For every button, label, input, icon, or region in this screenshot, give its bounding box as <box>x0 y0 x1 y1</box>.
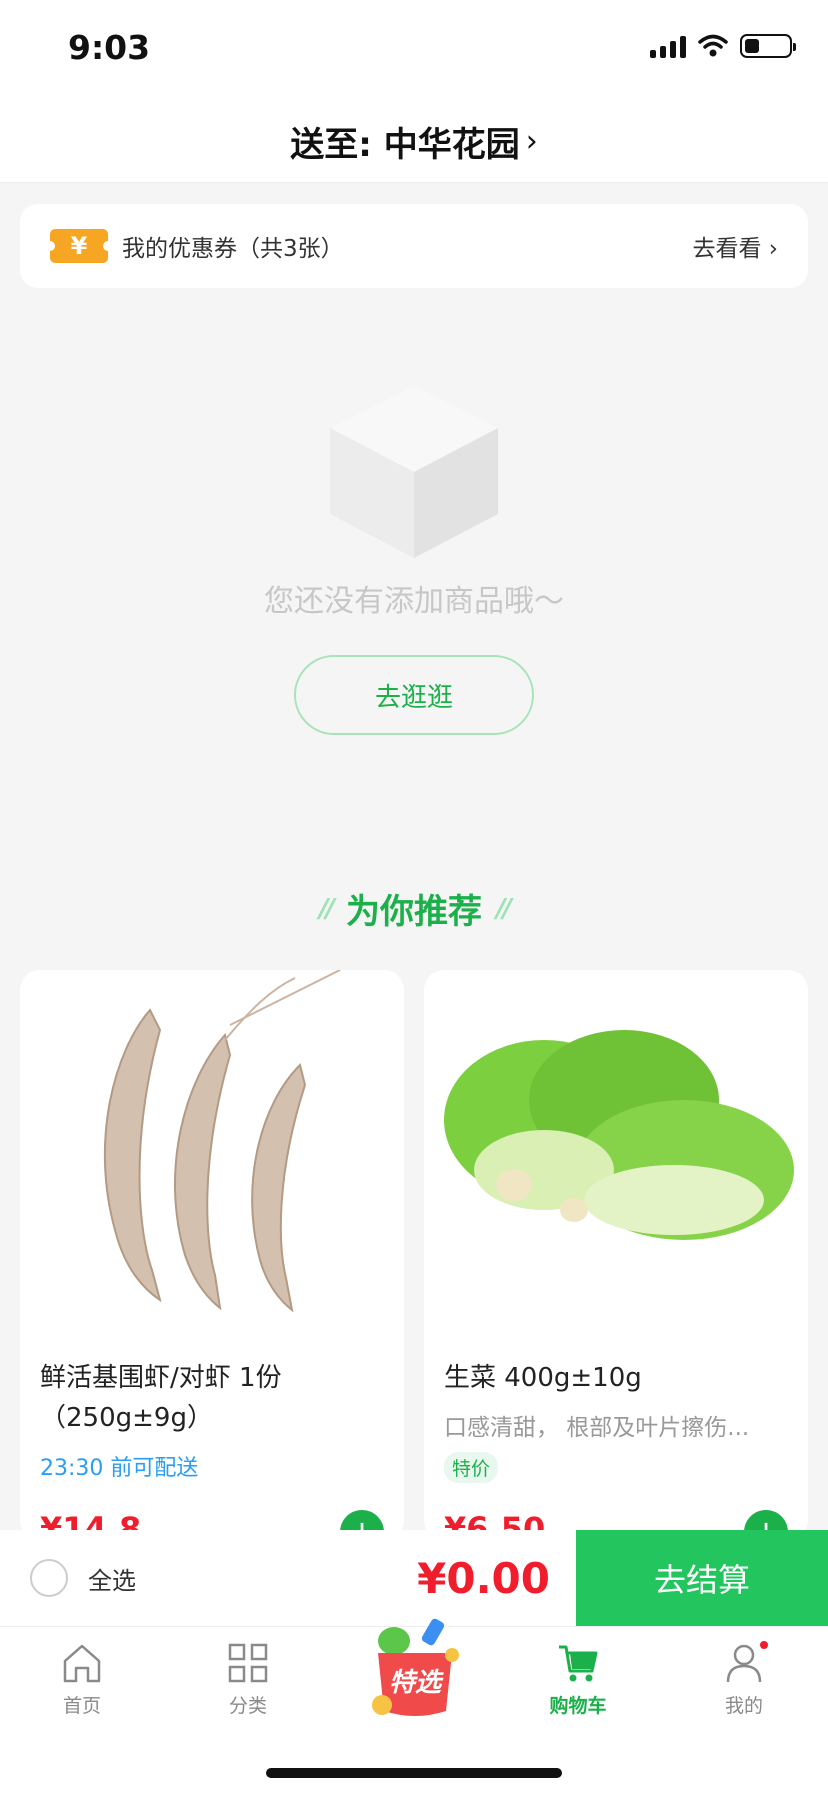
select-all-checkbox[interactable] <box>30 1559 68 1597</box>
tab-cart-label: 购物车 <box>549 1695 607 1717</box>
coupon-view-label[interactable]: 去看看 <box>692 236 761 262</box>
product-card[interactable]: 生菜 400g±10g 口感清甜， 根部及叶片擦伤... 特价 ¥6.50 + <box>424 970 808 1540</box>
signal-icon <box>650 34 686 58</box>
empty-box-icon <box>330 386 498 558</box>
select-all-label[interactable]: 全选 <box>88 1561 136 1596</box>
go-shopping-button[interactable]: 去逛逛 <box>294 655 534 735</box>
delivery-address-bar[interactable]: 送至: 中华花园 › <box>0 100 828 183</box>
tab-home-label: 首页 <box>62 1695 101 1717</box>
decor-slash-left: // <box>319 893 335 924</box>
product-description: 口感清甜， 根部及叶片擦伤... <box>444 1415 750 1441</box>
home-icon <box>63 1644 101 1683</box>
recommend-title: // 为你推荐 // <box>0 884 828 933</box>
special-price-tag: 特价 <box>444 1452 499 1483</box>
tab-special[interactable]: 特选 <box>360 1613 470 1723</box>
shrimp-image <box>20 970 404 1330</box>
special-bag-label: 特选 <box>389 1668 444 1698</box>
status-icons <box>650 34 796 58</box>
grid-icon <box>228 1643 268 1683</box>
tab-mine[interactable]: 我的 <box>684 1641 804 1718</box>
delivery-address[interactable]: 送至: 中华花园 <box>290 117 519 166</box>
lettuce-image <box>424 970 808 1330</box>
chevron-right-icon: › <box>525 123 538 159</box>
product-name: 鲜活基围虾/对虾 1份（250g±9g） <box>40 1363 282 1433</box>
status-time: 9:03 <box>68 28 151 67</box>
decor-slash-right: // <box>496 893 512 924</box>
special-bag-icon: 特选 <box>372 1618 459 1716</box>
coupon-bar[interactable]: ¥ 我的优惠券（共3张） 去看看 › <box>20 204 808 288</box>
tab-home[interactable]: 首页 <box>22 1641 142 1718</box>
coupon-text: 我的优惠券（共3张） <box>122 236 344 262</box>
recommend-title-text: 为你推荐 <box>346 892 482 932</box>
notification-dot <box>760 1641 768 1649</box>
total-price: ¥0.00 <box>417 1553 550 1603</box>
person-icon <box>726 1644 762 1683</box>
tab-category-label: 分类 <box>228 1695 267 1717</box>
checkout-bar: 全选 ¥0.00 去结算 <box>0 1530 828 1626</box>
cart-icon <box>559 1645 598 1682</box>
checkout-button[interactable]: 去结算 <box>576 1530 828 1626</box>
empty-cart-message: 您还没有添加商品哦～ <box>264 584 564 619</box>
product-card[interactable]: 鲜活基围虾/对虾 1份（250g±9g） 23:30 前可配送 ¥14.8 + <box>20 970 404 1540</box>
status-bar: 9:03 <box>0 0 828 100</box>
home-indicator <box>266 1768 562 1778</box>
tab-mine-label: 我的 <box>724 1695 763 1717</box>
product-delivery-time: 23:30 前可配送 <box>40 1456 199 1481</box>
battery-icon <box>740 34 796 58</box>
tab-cart[interactable]: 购物车 <box>518 1641 638 1718</box>
tab-category[interactable]: 分类 <box>188 1641 308 1718</box>
coupon-view-link[interactable]: 去看看 › <box>692 229 778 263</box>
wifi-icon <box>698 34 728 57</box>
coupon-ticket-icon: ¥ <box>45 229 113 263</box>
product-name: 生菜 400g±10g <box>444 1363 642 1393</box>
